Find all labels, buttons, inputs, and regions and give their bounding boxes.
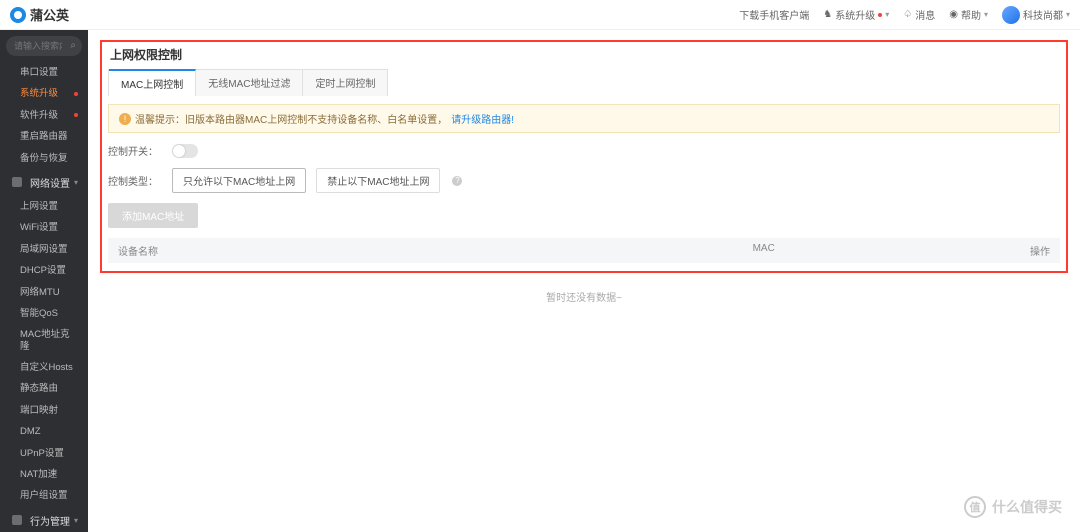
user-menu[interactable]: 科技尚都 ▾	[1002, 6, 1070, 24]
chevron-down-icon: ▾	[74, 516, 78, 525]
page-title: 上网权限控制	[108, 46, 1060, 63]
th-operation: 操作	[990, 243, 1050, 258]
tab-mac-control[interactable]: MAC上网控制	[109, 69, 196, 96]
info-icon: !	[119, 113, 131, 125]
th-device-name: 设备名称	[118, 243, 537, 258]
sidebar-item-port-forward[interactable]: 端口映射	[0, 400, 88, 421]
sidebar-item-upnp[interactable]: UPnP设置	[0, 443, 88, 464]
type-label: 控制类型：	[108, 173, 162, 188]
sidebar-search[interactable]: ⌕	[6, 36, 82, 56]
download-client-link[interactable]: 下载手机客户端	[739, 7, 809, 22]
network-icon	[12, 177, 22, 187]
radio-allow-mac[interactable]: 只允许以下MAC地址上网	[172, 168, 306, 193]
alert-text: 温馨提示：旧版本路由器MAC上网控制不支持设备名称、白名单设置，	[135, 111, 447, 126]
chevron-down-icon: ▾	[74, 178, 78, 187]
sidebar-item-nat[interactable]: NAT加速	[0, 464, 88, 485]
empty-state: 暂时还没有数据~	[100, 273, 1068, 320]
main-content: 上网权限控制 MAC上网控制 无线MAC地址过滤 定时上网控制 ! 温馨提示：旧…	[88, 30, 1080, 532]
table-header: 设备名称 MAC 操作	[108, 238, 1060, 263]
sidebar-item-reboot[interactable]: 重启路由器	[0, 126, 88, 147]
notification-dot-icon	[74, 92, 78, 96]
behavior-icon	[12, 515, 22, 525]
system-upgrade-link[interactable]: ♞ 系统升级 ▾	[823, 7, 889, 22]
notification-dot-icon	[74, 113, 78, 117]
sidebar: ⌕ 串口设置 系统升级 软件升级 重启路由器 备份与恢复 网络设置 ▾ 上网设置…	[0, 30, 88, 532]
alert-banner: ! 温馨提示：旧版本路由器MAC上网控制不支持设备名称、白名单设置， 请升级路由…	[108, 104, 1060, 133]
sidebar-item-lan[interactable]: 局域网设置	[0, 239, 88, 260]
bell-icon: ♤	[903, 9, 912, 20]
sidebar-item-wifi[interactable]: WiFi设置	[0, 217, 88, 238]
search-icon: ⌕	[70, 40, 76, 51]
add-mac-button[interactable]: 添加MAC地址	[108, 203, 198, 228]
alert-upgrade-link[interactable]: 请升级路由器!	[451, 111, 514, 126]
notification-dot-icon	[878, 13, 882, 17]
control-switch-toggle[interactable]	[172, 144, 198, 158]
sidebar-item-static-route[interactable]: 静态路由	[0, 378, 88, 399]
sidebar-item-mtu[interactable]: 网络MTU	[0, 282, 88, 303]
watermark-icon: 值	[964, 496, 986, 518]
help-tooltip-icon[interactable]: ?	[452, 176, 462, 186]
sidebar-item-hosts[interactable]: 自定义Hosts	[0, 357, 88, 378]
messages-link[interactable]: ♤ 消息	[903, 7, 935, 22]
sidebar-item-usergroup[interactable]: 用户组设置	[0, 485, 88, 506]
sidebar-item-internet[interactable]: 上网设置	[0, 196, 88, 217]
user-icon: ♞	[823, 9, 832, 20]
sidebar-item-serial[interactable]: 串口设置	[0, 62, 88, 83]
th-mac: MAC	[537, 243, 990, 258]
sidebar-item-mac-clone[interactable]: MAC地址克隆	[0, 324, 88, 357]
sidebar-group-behavior[interactable]: 行为管理 ▾	[0, 507, 88, 532]
help-icon: ◉	[949, 9, 958, 20]
sidebar-item-dhcp[interactable]: DHCP设置	[0, 260, 88, 281]
chevron-down-icon: ▾	[1066, 10, 1070, 19]
chevron-down-icon: ▾	[885, 10, 889, 19]
help-link[interactable]: ◉ 帮助 ▾	[949, 7, 988, 22]
tab-timed-control[interactable]: 定时上网控制	[303, 70, 387, 96]
sidebar-item-dmz[interactable]: DMZ	[0, 421, 88, 442]
sidebar-item-qos[interactable]: 智能QoS	[0, 303, 88, 324]
switch-label: 控制开关：	[108, 143, 162, 158]
highlight-annotation: 上网权限控制 MAC上网控制 无线MAC地址过滤 定时上网控制 ! 温馨提示：旧…	[100, 40, 1068, 273]
sidebar-group-network[interactable]: 网络设置 ▾	[0, 169, 88, 196]
watermark-text: 什么值得买	[992, 497, 1062, 517]
chevron-down-icon: ▾	[984, 10, 988, 19]
sidebar-item-sys-upgrade[interactable]: 系统升级	[0, 83, 88, 104]
tab-bar: MAC上网控制 无线MAC地址过滤 定时上网控制	[108, 69, 388, 96]
brand-logo: 蒲公英	[10, 5, 69, 24]
sidebar-item-soft-upgrade[interactable]: 软件升级	[0, 105, 88, 126]
brand-text: 蒲公英	[30, 5, 69, 24]
avatar-icon	[1002, 6, 1020, 24]
radio-deny-mac[interactable]: 禁止以下MAC地址上网	[316, 168, 440, 193]
sidebar-item-backup[interactable]: 备份与恢复	[0, 148, 88, 169]
watermark: 值 什么值得买	[964, 496, 1062, 518]
brand-icon	[10, 7, 26, 23]
tab-wireless-mac-filter[interactable]: 无线MAC地址过滤	[196, 70, 303, 96]
